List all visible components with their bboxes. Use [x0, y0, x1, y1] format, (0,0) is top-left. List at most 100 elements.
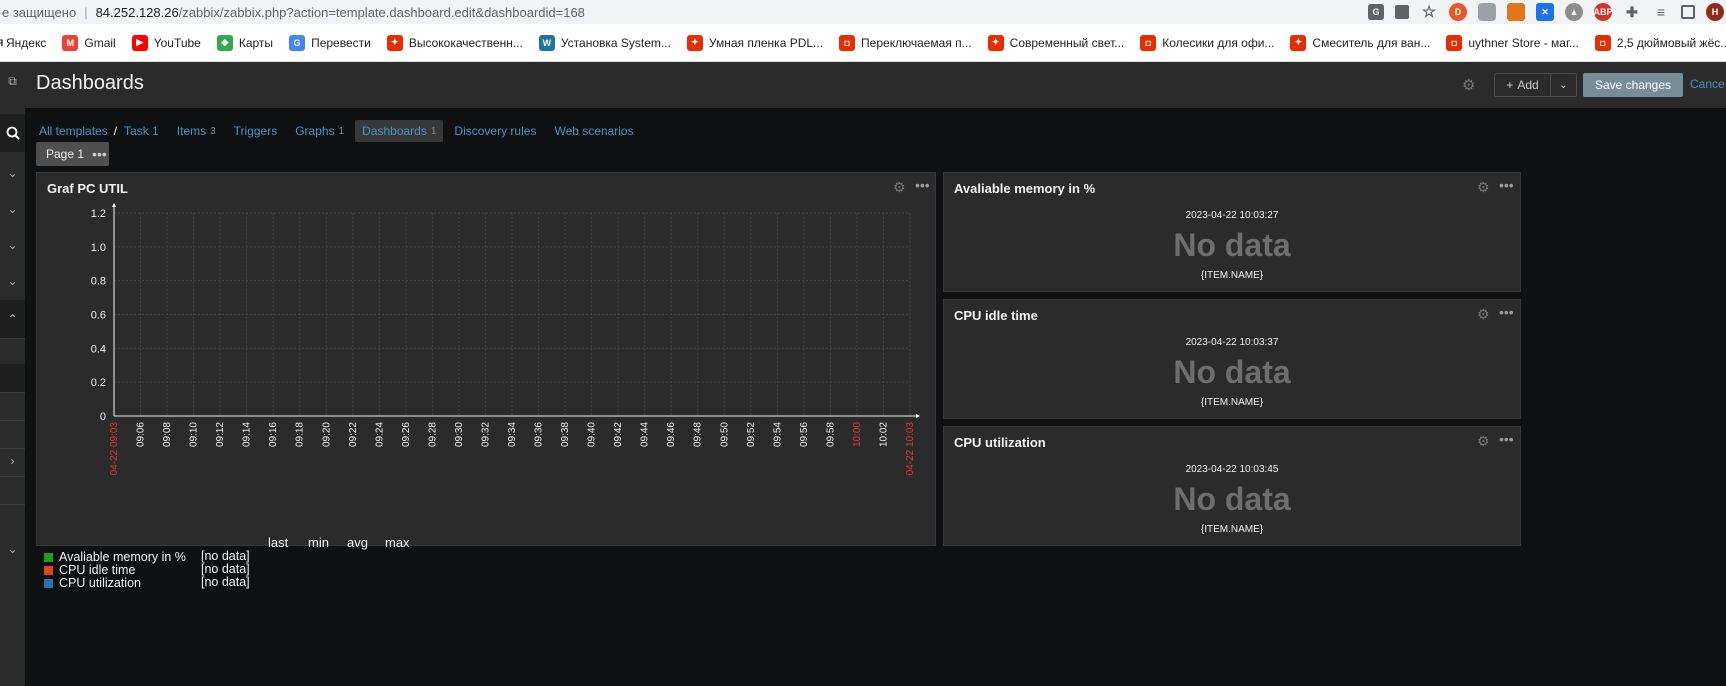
tab-dashboards[interactable]: Dashboards 1 [355, 120, 444, 142]
search-icon[interactable] [0, 114, 25, 152]
bookmark-label: Современный свет... [1009, 35, 1125, 50]
aliexpress-bag-icon: ◘ [839, 34, 856, 51]
duckduckgo-extension-icon[interactable]: D [1449, 3, 1467, 21]
page-tab-label: Page 1 [46, 147, 85, 161]
item-value-widget[interactable]: CPU utilization ⚙ ••• 2023-04-22 10:03:45 No… [943, 426, 1521, 546]
legend-item: CPU utilization [44, 576, 141, 590]
tab-items[interactable]: Items 3 [177, 124, 216, 138]
widget-menu-icon[interactable]: ••• [1499, 177, 1514, 193]
x-tick-label: 09:44 [640, 422, 651, 447]
dashboard-page-tab[interactable]: Page 1 ••• [36, 142, 109, 166]
x-axis-arrow [916, 414, 920, 418]
x-tick-label: 09:08 [162, 422, 173, 447]
widget-menu-icon[interactable]: ••• [1499, 431, 1514, 447]
graph-plot: 0 0.2 0.4 0.6 0.8 1.0 1.2 04-22 09:03 09:06 09:08… [91, 203, 920, 475]
menu-chevron-down-icon[interactable]: ⌄ [0, 190, 25, 228]
submenu-item[interactable] [0, 364, 25, 392]
cancel-link[interactable]: Cance [1690, 77, 1725, 91]
bookmark-item[interactable]: ◘ Колесики для офи... [1140, 34, 1274, 51]
item-value-widget[interactable]: CPU idle time ⚙ ••• 2023-04-22 10:03:37 No d… [943, 299, 1521, 419]
item-name-macro: {ITEM.NAME} [1200, 524, 1264, 535]
bookmark-item[interactable]: ✦ Умная пленка PDL... [686, 34, 824, 51]
menu-chevron-down-icon[interactable]: ⌄ [0, 154, 25, 192]
shield-extension-icon[interactable] [1478, 3, 1496, 21]
x-tick-label: 09:40 [587, 422, 598, 447]
tab-discovery-rules[interactable]: Discovery rules [454, 124, 536, 138]
url-field[interactable]: 84.252.128.26/zabbix/zabbix.php?action=t… [96, 5, 585, 20]
vpn-extension-icon[interactable]: ▲ [1565, 3, 1583, 21]
breadcrumb-template[interactable]: Task 1 [124, 124, 159, 138]
translate-page-icon[interactable]: G [1368, 4, 1384, 20]
bookmark-item[interactable]: ЯЯндекс [0, 35, 46, 51]
x-tick-label: 09:20 [321, 422, 332, 447]
breadcrumb-all-templates[interactable]: All templates [39, 124, 108, 138]
x-tick-label: 09:38 [560, 422, 571, 447]
item-widget-title: CPU idle time [954, 308, 1038, 323]
add-button[interactable]: + Add ⌄ [1494, 73, 1577, 97]
item-timestamp: 2023-04-22 10:03:45 [1185, 464, 1279, 475]
tab-graphs[interactable]: Graphs 1 [295, 124, 344, 138]
menu-chevron-up-icon[interactable]: ⌃ [0, 300, 25, 338]
bookmark-item[interactable]: G Перевести [289, 34, 371, 51]
legend-column-header: max [385, 535, 410, 550]
bookmark-item[interactable]: M Gmail [62, 34, 116, 51]
legend-item-value: [no data] [201, 549, 250, 563]
item-value-widget[interactable]: Avaliable memory in % ⚙ ••• 2023-04-22 10:0… [943, 172, 1521, 292]
tab-web-scenarios[interactable]: Web scenarios [554, 124, 633, 138]
aliexpress-icon: ✦ [686, 34, 703, 51]
x-tick-label: 09:24 [374, 422, 385, 447]
widget-menu-icon[interactable]: ••• [1499, 304, 1514, 320]
menu-chevron-down-icon[interactable]: ⌄ [0, 226, 25, 264]
menu-chevron-down-icon[interactable]: ⌄ [0, 262, 25, 300]
bookmark-item[interactable]: ◘ uythner Store - маг... [1446, 34, 1579, 51]
bookmark-item[interactable]: ✦ Высококачественн... [386, 34, 523, 51]
y-tick-label: 0.2 [91, 377, 106, 389]
graph-widget[interactable]: Graf PC UTIL ⚙ ••• 0 0.2 0.4 0.6 0.8 1.0 1.2 04… [36, 172, 936, 546]
dashboard-properties-gear-icon[interactable]: ⚙ [1462, 76, 1478, 94]
bookmark-item[interactable]: ✦ Смеситель для ван... [1290, 34, 1430, 51]
tab-triggers[interactable]: Triggers [234, 124, 278, 138]
y-tick-label: 1.0 [91, 242, 106, 254]
submenu-chevron-right-icon[interactable]: › [0, 442, 25, 480]
add-dropdown-chevron-icon[interactable]: ⌄ [1551, 74, 1576, 96]
x-extension-icon[interactable]: ✕ [1536, 3, 1554, 21]
bookmark-star-icon[interactable]: ☆ [1420, 3, 1438, 21]
bookmark-label: Умная пленка PDL... [708, 35, 824, 50]
legend-color-swatch [44, 552, 53, 562]
collapse-sidebar-icon[interactable]: ⧉ [0, 62, 25, 100]
reading-list-icon[interactable]: ≡ [1652, 3, 1670, 21]
add-widget-button[interactable]: + Add [1495, 74, 1551, 96]
adblock-plus-icon[interactable]: ABP [1594, 3, 1613, 21]
x-tick-label: 09:28 [427, 422, 438, 447]
x-tick-label: 09:56 [799, 422, 810, 447]
bookmark-label: Установка System... [560, 35, 671, 50]
aliexpress-bag-icon: ◘ [1140, 34, 1157, 51]
widget-settings-gear-icon[interactable]: ⚙ [1477, 433, 1490, 450]
extensions-puzzle-icon[interactable]: ✚ [1623, 3, 1641, 21]
bookmark-item[interactable]: ▶ YouTube [131, 34, 201, 51]
youtube-icon: ▶ [131, 34, 148, 51]
page-header: Dashboards ⚙ + Add ⌄ Save changes Cance [25, 62, 1726, 108]
save-changes-button[interactable]: Save changes [1583, 73, 1683, 97]
bookmark-item[interactable]: W Установка System... [538, 34, 671, 51]
x-tick-label: 09:42 [613, 422, 624, 447]
widget-settings-gear-icon[interactable]: ⚙ [1477, 306, 1490, 323]
aliexpress-bag-icon: ◘ [1446, 34, 1463, 51]
metamask-extension-icon[interactable] [1507, 3, 1525, 21]
bookmark-item[interactable]: ✦ Современный свет... [987, 34, 1125, 51]
bookmark-label: Переключаемая п... [861, 35, 972, 50]
widget-settings-gear-icon[interactable]: ⚙ [1477, 179, 1490, 196]
legend-item: Avaliable memory in % [44, 550, 186, 564]
profile-avatar[interactable]: Н [1706, 3, 1724, 21]
bookmark-item[interactable]: ◆ Карты [216, 34, 273, 51]
side-panel-icon[interactable] [1681, 5, 1695, 19]
url-path: /zabbix/zabbix.php?action=template.dashb… [178, 4, 585, 20]
menu-chevron-down-icon[interactable]: ⌄ [0, 530, 25, 568]
breadcrumb-separator: / [113, 124, 118, 138]
bookmark-item[interactable]: ◘ Переключаемая п... [839, 34, 972, 51]
share-icon[interactable] [1395, 5, 1409, 19]
page-tab-menu-icon[interactable]: ••• [92, 146, 107, 162]
bookmark-item[interactable]: ◘ 2,5 дюймовый жёс... [1594, 34, 1726, 51]
x-tick-label: 09:50 [719, 422, 730, 447]
x-tick-label: 10:02 [878, 422, 889, 447]
